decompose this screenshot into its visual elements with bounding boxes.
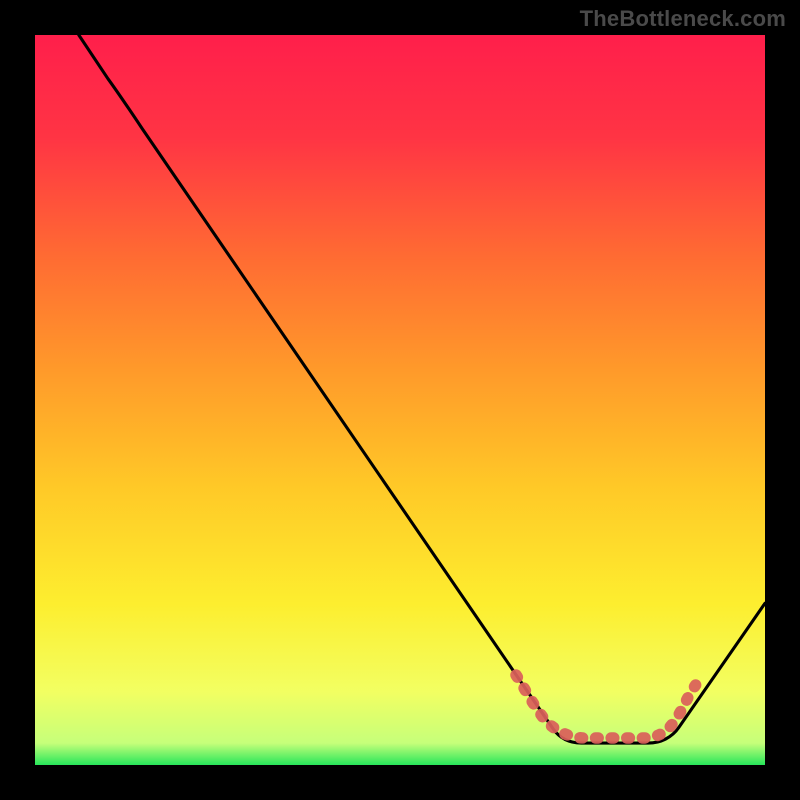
watermark: TheBottleneck.com	[580, 6, 786, 32]
bottleneck-chart	[35, 35, 765, 765]
chart-svg	[35, 35, 765, 765]
figure-wrapper: TheBottleneck.com	[0, 0, 800, 800]
watermark-text: TheBottleneck.com	[580, 6, 786, 31]
gradient-background	[35, 35, 765, 765]
